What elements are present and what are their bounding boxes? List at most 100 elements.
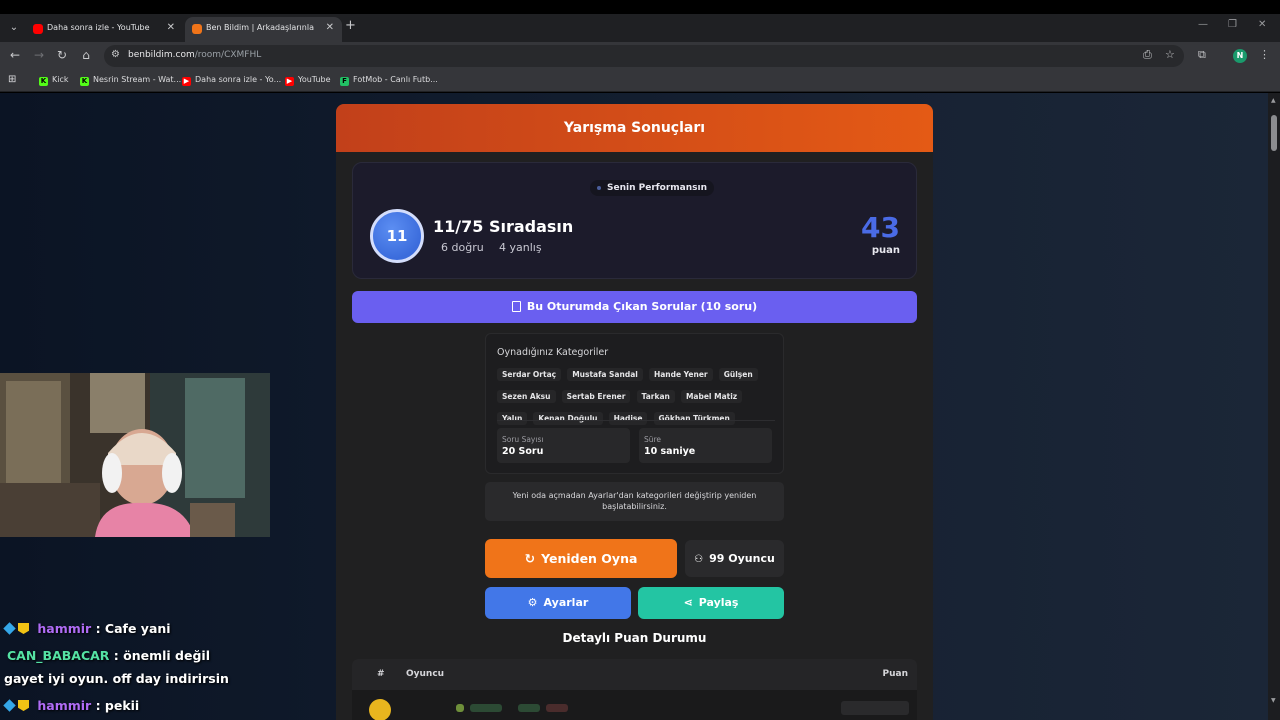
reload-icon[interactable]: ↻	[55, 48, 69, 62]
notice-line: başlatabilirsiniz.	[602, 502, 667, 511]
bookmark-youtube[interactable]: ▶ YouTube	[285, 75, 331, 86]
table-row	[518, 704, 540, 712]
category-chip: Serdar Ortaç	[497, 368, 562, 381]
url-host: benbildim.com	[128, 50, 195, 60]
bookmark-nesrin-stream[interactable]: K Nesrin Stream - Wat...	[80, 75, 181, 86]
play-again-label: Yeniden Oyna	[541, 551, 638, 566]
chat-message: CAN_BABACAR : önemli değil	[4, 648, 210, 663]
share-button[interactable]: ⋖ Paylaş	[638, 587, 784, 619]
players-count-button[interactable]: ⚇ 99 Oyuncu	[685, 540, 784, 577]
tab-title: Ben Bildim | Arkadaşlarınla Onl...	[206, 23, 316, 32]
menu-kebab-icon[interactable]: ⋮	[1259, 48, 1270, 61]
forward-icon[interactable]: →	[32, 48, 46, 62]
col-rank-header: #	[377, 669, 385, 679]
url-text: benbildim.com/room/CXMFHL	[128, 50, 261, 60]
results-header: Yarışma Sonuçları	[336, 104, 933, 152]
divider	[497, 420, 775, 421]
chat-username: CAN_BABACAR	[7, 648, 110, 663]
site-info-icon[interactable]: ⚙	[111, 49, 120, 60]
status-dot-icon	[597, 186, 601, 190]
chat-message: hammir : pekii	[3, 698, 139, 713]
extensions-icon[interactable]: ⧉	[1198, 48, 1206, 62]
address-bar[interactable]: ⚙ benbildim.com/room/CXMFHL	[104, 45, 1184, 67]
performance-pill-label: Senin Performansın	[607, 183, 708, 193]
bookmark-kick[interactable]: K Kick	[39, 75, 69, 86]
tab-search-icon[interactable]: ⌄	[6, 20, 22, 36]
chat-username: hammir	[37, 621, 92, 636]
subscriber-badge-icon	[3, 699, 16, 712]
apps-grid-icon[interactable]: ⊞	[8, 74, 16, 85]
restore-icon[interactable]: ❐	[1228, 19, 1237, 30]
chat-text: gayet iyi oyun. off day indirirsin	[4, 671, 229, 686]
detailed-score-title: Detaylı Puan Durumu	[562, 631, 707, 645]
settings-notice: Yeni oda açmadan Ayarlar'dan kategoriler…	[485, 482, 784, 521]
notice-line: Yeni oda açmadan Ayarlar'dan kategoriler…	[512, 491, 757, 500]
url-path: /room/CXMFHL	[194, 50, 262, 60]
category-chip: Sezen Aksu	[497, 390, 556, 403]
scoreboard-table: # Oyuncu Puan	[352, 659, 917, 720]
back-icon[interactable]: ←	[8, 48, 22, 62]
results-panel: Yarışma Sonuçları Senin Performansın 11 …	[336, 104, 933, 720]
settings-label: Ayarlar	[543, 596, 589, 609]
duration-box: Süre 10 saniye	[639, 428, 772, 463]
bookmark-star-icon[interactable]: ☆	[1165, 48, 1175, 61]
performance-card: Senin Performansın 11 11/75 Sıradasın 6 …	[352, 162, 917, 279]
vip-badge-icon	[18, 700, 29, 711]
categories-card: Oynadığınız Kategoriler Serdar Ortaç Mus…	[485, 333, 784, 474]
kick-icon: K	[39, 77, 48, 86]
duration-value: 10 saniye	[644, 446, 696, 457]
share-icon: ⋖	[683, 596, 693, 609]
correct-count: 6 doğru	[441, 241, 484, 254]
tab-youtube[interactable]: Daha sonra izle - YouTube ✕	[26, 17, 183, 42]
play-again-button[interactable]: ↻ Yeniden Oyna	[485, 539, 677, 578]
tab-benbildim[interactable]: Ben Bildim | Arkadaşlarınla Onl... ✕	[185, 17, 342, 42]
webcam-overlay	[0, 373, 270, 537]
rank-text: 11/75 Sıradasın	[433, 217, 574, 236]
close-tab-icon[interactable]: ✕	[326, 22, 334, 33]
settings-button[interactable]: ⚙ Ayarlar	[485, 587, 631, 619]
table-row	[470, 704, 502, 712]
bookmark-youtube-watch-later[interactable]: ▶ Daha sonra izle - Yo...	[182, 75, 281, 86]
profile-avatar[interactable]: N	[1233, 49, 1247, 63]
categories-title: Oynadığınız Kategoriler	[497, 347, 609, 358]
question-count-label: Soru Sayısı	[502, 435, 544, 444]
browser-toolbar: ← → ↻ ⌂ ⚙ benbildim.com/room/CXMFHL ⎙ ☆ …	[0, 42, 1280, 70]
table-row	[546, 704, 568, 712]
performance-pill: Senin Performansın	[590, 180, 715, 196]
kick-icon: K	[80, 77, 89, 86]
new-tab-icon[interactable]: +	[345, 18, 356, 33]
category-chip: Hadise	[608, 412, 648, 425]
category-chip: Gülşen	[718, 368, 758, 381]
chat-username: hammir	[37, 698, 92, 713]
screen-top-bar	[0, 0, 1280, 14]
wrong-count: 4 yanlış	[499, 241, 542, 254]
table-row	[456, 704, 464, 712]
refresh-icon: ↻	[524, 551, 536, 566]
install-app-icon[interactable]: ⎙	[1143, 48, 1152, 62]
bookmark-fotmob[interactable]: F FotMob - Canlı Futb...	[340, 75, 438, 86]
home-icon[interactable]: ⌂	[79, 48, 93, 62]
scroll-down-icon: ▼	[1271, 697, 1276, 704]
document-icon	[511, 301, 521, 312]
subscriber-badge-icon	[3, 622, 16, 635]
page-scrollbar[interactable]: ▲ ▼	[1268, 93, 1280, 720]
rank-badge: 11	[370, 209, 424, 263]
youtube-icon: ▶	[182, 77, 191, 86]
chat-message: gayet iyi oyun. off day indirirsin	[4, 671, 229, 686]
avatar	[369, 699, 391, 720]
youtube-icon: ▶	[285, 77, 294, 86]
duration-label: Süre	[644, 435, 662, 444]
category-chip: Tarkan	[636, 390, 675, 403]
tab-title: Daha sonra izle - YouTube	[47, 23, 150, 32]
youtube-favicon-icon	[33, 24, 43, 34]
share-label: Paylaş	[698, 596, 739, 609]
chat-message: hammir : Cafe yani	[3, 621, 171, 636]
close-window-icon[interactable]: ✕	[1258, 19, 1266, 30]
scrollbar-thumb[interactable]	[1271, 115, 1277, 151]
close-tab-icon[interactable]: ✕	[167, 22, 175, 33]
session-questions-button[interactable]: Bu Oturumda Çıkan Sorular (10 soru)	[352, 291, 917, 323]
question-count-box: Soru Sayısı 20 Soru	[497, 428, 630, 463]
minimize-icon[interactable]: —	[1198, 19, 1208, 30]
benbildim-favicon-icon	[192, 24, 202, 34]
score-label: puan	[871, 245, 900, 256]
